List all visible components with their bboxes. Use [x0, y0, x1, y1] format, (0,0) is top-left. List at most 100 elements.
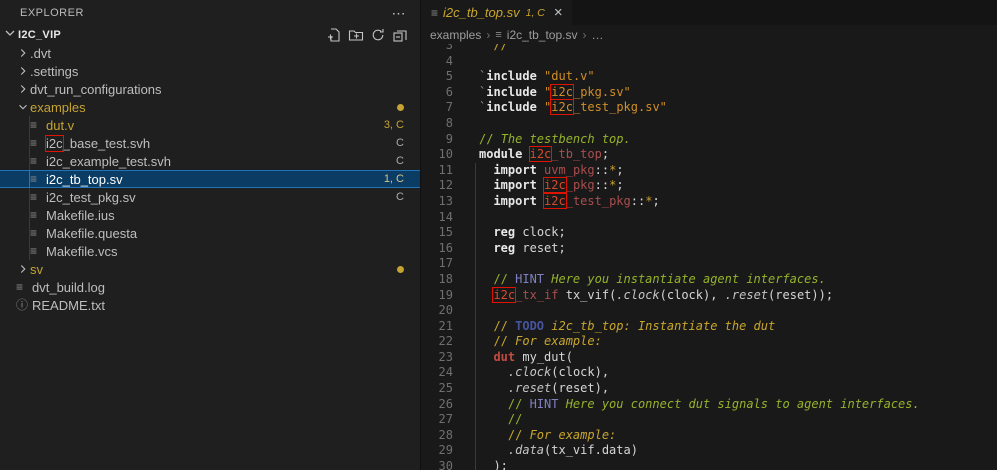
error-boxed-text: i2c: [543, 177, 567, 194]
breadcrumb-item[interactable]: …: [592, 28, 604, 42]
line-content: //: [479, 44, 508, 52]
info-icon: ⓘ: [16, 298, 29, 312]
tree-item-label: examples: [30, 99, 86, 115]
code-line-26[interactable]: 26 // HINT Here you connect dut signals …: [421, 397, 997, 413]
tree-item-dvt-run-configurations[interactable]: dvt_run_configurations: [0, 80, 420, 98]
code-line-18[interactable]: 18 // HINT Here you instantiate agent in…: [421, 272, 997, 288]
tree-item-label: Makefile.vcs: [46, 243, 118, 259]
error-boxed-text: i2c: [492, 286, 517, 303]
tree-item-makefile-ius[interactable]: ≡ Makefile.ius: [0, 206, 420, 224]
file-icon: ≡: [16, 280, 24, 294]
line-number: 17: [438, 256, 453, 271]
code-line-7[interactable]: 7 `include "i2c_test_pkg.sv": [421, 99, 997, 116]
code-line-5[interactable]: 5 `include "dut.v": [421, 69, 997, 85]
file-icon: ≡: [30, 172, 38, 186]
explorer-sidebar: EXPLORER ⋯ I2C_VIP .dvt .settings dvt_run_…: [0, 0, 420, 470]
line-number: 30: [438, 459, 453, 470]
file-icon: ≡: [30, 154, 38, 168]
file-tree: .dvt .settings dvt_run_configurations examp…: [0, 44, 420, 314]
line-number: 15: [438, 225, 453, 240]
code-line-25[interactable]: 25 .reset(reset),: [421, 381, 997, 397]
line-content: // HINT Here you instantiate agent inter…: [479, 271, 826, 286]
code-line-3[interactable]: 3 //: [421, 44, 997, 54]
code-line-22[interactable]: 22 // For example:: [421, 334, 997, 350]
code-line-8[interactable]: 8: [421, 116, 997, 132]
code-line-12[interactable]: 12 import i2c_pkg::*;: [421, 177, 997, 194]
breadcrumb-item[interactable]: i2c_tb_top.sv: [507, 28, 578, 42]
code-line-17[interactable]: 17: [421, 256, 997, 272]
line-number: 29: [438, 443, 453, 458]
line-number: 13: [438, 193, 453, 208]
tree-item-i2c-test-pkg-sv[interactable]: ≡ i2c_test_pkg.sv C: [0, 188, 420, 206]
line-number: 23: [438, 349, 453, 364]
code-line-19[interactable]: 19 i2c_tx_if tx_vif(.clock(clock), .rese…: [421, 286, 997, 304]
tree-item-examples[interactable]: examples: [0, 98, 420, 116]
problems-badge: C: [396, 155, 404, 167]
collapse-all-icon[interactable]: [391, 27, 408, 43]
tree-item-settings[interactable]: .settings: [0, 62, 420, 80]
chevron-right-icon: [16, 81, 30, 97]
line-content: .data(tx_vif.data): [507, 443, 638, 458]
code-line-27[interactable]: 27 //: [421, 412, 997, 428]
tree-item-label: .settings: [30, 63, 79, 79]
breadcrumb-separator: ›: [582, 27, 587, 42]
code-line-13[interactable]: 13 import i2c_test_pkg::*;: [421, 192, 997, 210]
tree-item-label: Makefile.questa: [46, 225, 138, 241]
tree-item-readme-txt[interactable]: ⓘ README.txt: [0, 296, 420, 314]
editor-area: ≡ i2c_tb_top.sv 1, C × examples › ≡ i2c_tb_…: [420, 0, 997, 470]
code-line-16[interactable]: 16 reg reset;: [421, 241, 997, 257]
line-content: reg reset;: [493, 240, 566, 255]
close-icon[interactable]: ×: [554, 5, 563, 20]
code-lines: 3 //4 5 `include "dut.v" 6 `include "i2c_pkg…: [421, 44, 997, 470]
refresh-icon[interactable]: [369, 27, 386, 43]
breadcrumb-item[interactable]: examples: [430, 28, 481, 42]
new-folder-icon[interactable]: [347, 27, 364, 43]
code-line-15[interactable]: 15 reg clock;: [421, 225, 997, 241]
code-editor[interactable]: 3 //4 5 `include "dut.v" 6 `include "i2c_pkg…: [421, 44, 997, 470]
line-number: 22: [438, 334, 453, 349]
code-line-30[interactable]: 30 );: [421, 459, 997, 470]
tree-item-dvt[interactable]: .dvt: [0, 44, 420, 62]
code-line-28[interactable]: 28 // For example:: [421, 428, 997, 444]
tree-item-makefile-vcs[interactable]: ≡ Makefile.vcs: [0, 242, 420, 260]
tree-item-sv[interactable]: sv: [0, 260, 420, 278]
file-icon: ≡: [431, 5, 439, 20]
code-line-4[interactable]: 4: [421, 54, 997, 70]
tab-i2c_tb_top[interactable]: ≡ i2c_tb_top.sv 1, C ×: [421, 0, 572, 25]
line-content: .clock(clock),: [507, 365, 610, 380]
code-line-11[interactable]: 11 import uvm_pkg::*;: [421, 163, 997, 179]
code-line-24[interactable]: 24 .clock(clock),: [421, 365, 997, 381]
tree-item-label: i2c_base_test.svh: [45, 134, 151, 152]
code-line-21[interactable]: 21 // TODO i2c_tb_top: Instantiate the d…: [421, 319, 997, 335]
tab-label: i2c_tb_top.sv: [443, 5, 520, 20]
tree-item-label: README.txt: [32, 297, 105, 313]
file-icon: ≡: [30, 244, 38, 258]
line-content: `include "i2c_pkg.sv": [479, 83, 631, 100]
tree-item-i2c-tb-top-sv[interactable]: ≡ i2c_tb_top.sv 1, C: [0, 170, 420, 188]
code-line-14[interactable]: 14: [421, 210, 997, 226]
new-file-icon[interactable]: [325, 27, 342, 43]
more-actions-icon[interactable]: ⋯: [392, 5, 407, 22]
tree-item-dut-v[interactable]: ≡ dut.v 3, C: [0, 116, 420, 134]
code-line-23[interactable]: 23 dut my_dut(: [421, 350, 997, 366]
code-line-10[interactable]: 10 module i2c_tb_top;: [421, 146, 997, 163]
tree-item-i2c-example-test-svh[interactable]: ≡ i2c_example_test.svh C: [0, 152, 420, 170]
project-root-label: I2C_VIP: [18, 29, 62, 41]
chevron-right-icon: [16, 63, 30, 79]
tree-item-i2c-base-test-svh[interactable]: ≡ i2c_base_test.svh C: [0, 134, 420, 152]
code-line-9[interactable]: 9 // The testbench top.: [421, 132, 997, 148]
tree-item-makefile-questa[interactable]: ≡ Makefile.questa: [0, 224, 420, 242]
tree-item-label: i2c_tb_top.sv: [46, 171, 123, 187]
line-number: 21: [438, 318, 453, 333]
line-content: import i2c_test_pkg::*;: [493, 192, 660, 209]
tree-item-dvt-build-log[interactable]: ≡ dvt_build.log: [0, 278, 420, 296]
tree-item-label: Makefile.ius: [46, 207, 115, 223]
file-icon: ≡: [30, 190, 38, 204]
code-line-6[interactable]: 6 `include "i2c_pkg.sv": [421, 83, 997, 101]
problems-badge: 1, C: [383, 173, 404, 185]
code-line-20[interactable]: 20: [421, 303, 997, 319]
code-line-29[interactable]: 29 .data(tx_vif.data): [421, 443, 997, 459]
line-content: // The testbench top.: [479, 131, 631, 146]
project-root-row[interactable]: I2C_VIP: [0, 26, 420, 44]
explorer-title: EXPLORER: [20, 7, 84, 19]
